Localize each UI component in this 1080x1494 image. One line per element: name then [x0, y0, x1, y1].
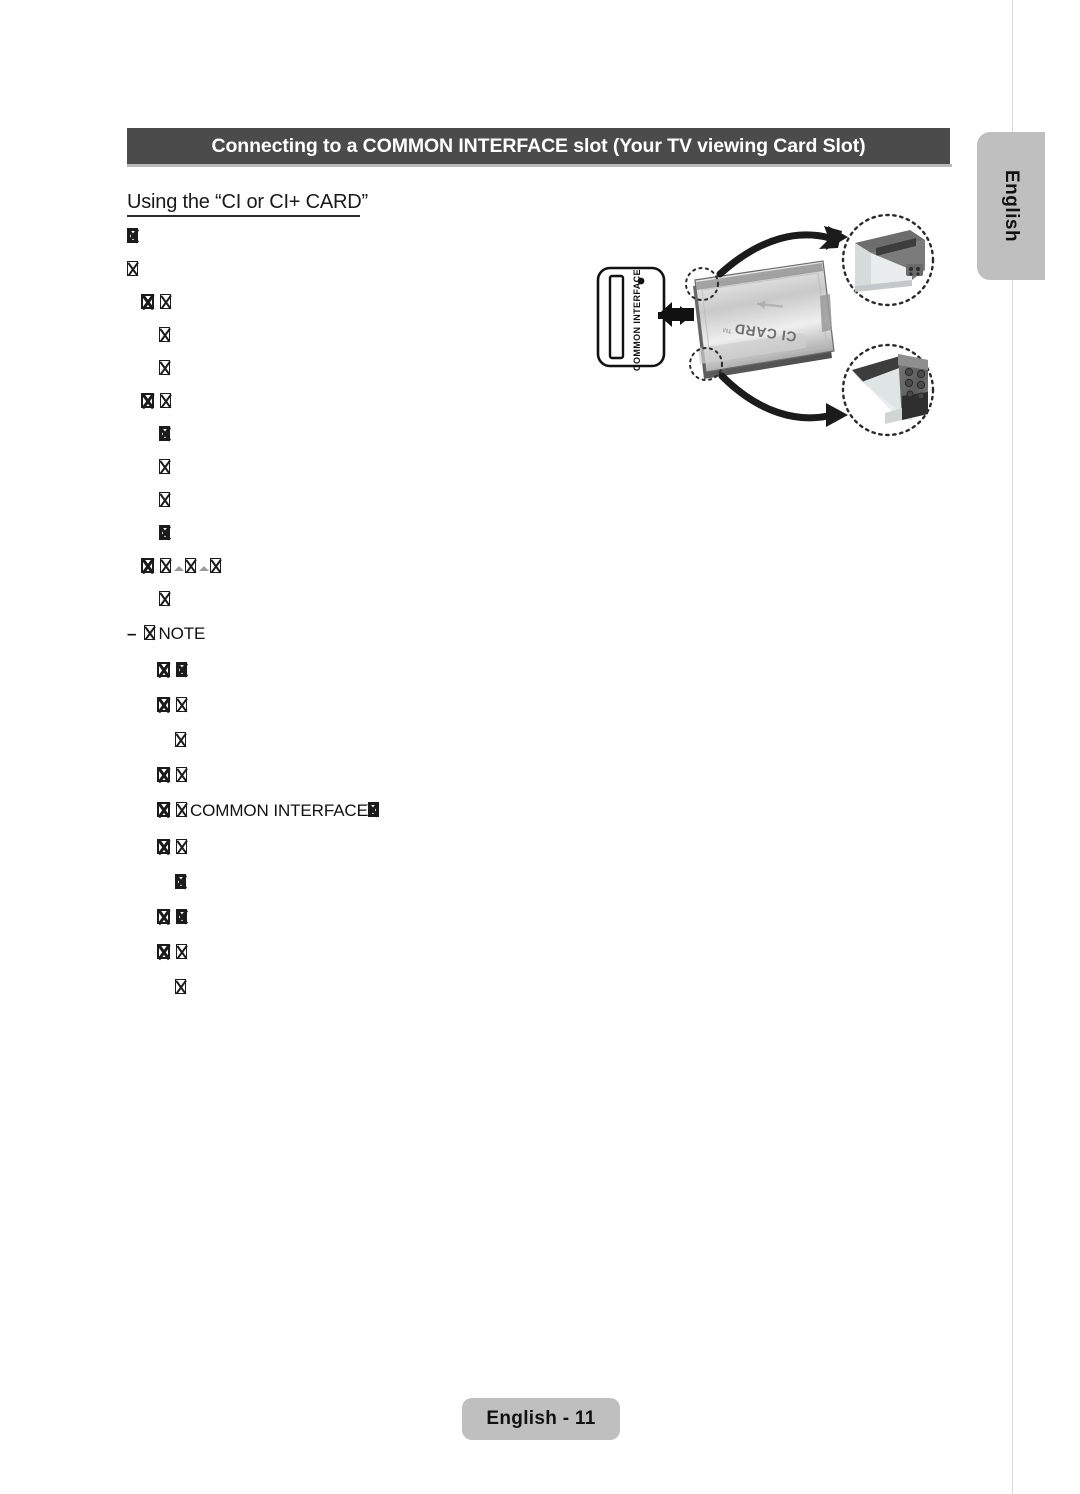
missing-glyph-icon	[176, 767, 187, 782]
svg-text:TM: TM	[723, 326, 732, 333]
path-separator-arrow-icon	[199, 558, 209, 573]
body-line	[157, 909, 557, 924]
missing-glyph-icon	[160, 393, 171, 408]
body-line	[141, 558, 557, 573]
inset-card-edge-detail	[841, 213, 935, 307]
missing-glyph-icon	[176, 944, 187, 959]
missing-glyph-icon	[159, 360, 170, 375]
missing-glyph-icon	[160, 558, 171, 573]
missing-glyph-icon	[176, 909, 187, 924]
missing-glyph-icon	[159, 459, 170, 474]
common-interface-label: COMMON INTERFACE	[190, 801, 368, 820]
missing-glyph-icon	[176, 839, 187, 854]
callout-arrow-bottom	[718, 372, 848, 427]
body-text-block: – NOTE COMMON INTERFACE	[127, 228, 557, 994]
body-line	[175, 732, 557, 747]
body-line	[159, 360, 557, 375]
list-bullet-missing-glyph-icon	[157, 697, 170, 712]
missing-glyph-icon	[210, 558, 221, 573]
body-line	[157, 839, 557, 854]
title-bar-shadow	[127, 164, 952, 167]
list-bullet-missing-glyph-icon	[157, 944, 170, 959]
missing-glyph-icon	[127, 261, 138, 276]
body-line	[141, 393, 557, 408]
missing-glyph-icon	[176, 662, 187, 677]
list-bullet-missing-glyph-icon	[157, 909, 170, 924]
body-line	[157, 662, 557, 677]
note-label: NOTE	[158, 624, 206, 643]
missing-glyph-icon	[159, 492, 170, 507]
missing-glyph-icon	[159, 525, 170, 540]
body-line	[127, 228, 557, 243]
body-line	[159, 591, 557, 606]
list-bullet-missing-glyph-icon	[141, 294, 154, 309]
body-line	[141, 294, 557, 309]
path-separator-arrow-icon	[174, 558, 184, 573]
body-line	[175, 979, 557, 994]
section-heading: Using the “CI or CI+ CARD”	[127, 191, 368, 213]
list-bullet-missing-glyph-icon	[157, 839, 170, 854]
note-heading: – NOTE	[127, 625, 557, 642]
ci-card-body: CI CARD TM	[693, 260, 835, 379]
list-bullet-missing-glyph-icon	[141, 558, 154, 573]
body-line	[159, 492, 557, 507]
missing-glyph-icon	[159, 591, 170, 606]
ci-card-illustration: COMMON INTERFACE CI CARD TM	[580, 208, 960, 448]
language-side-tab-label: English	[1001, 169, 1022, 243]
body-line	[157, 944, 557, 959]
inset-card-contacts-detail	[841, 343, 935, 437]
missing-glyph-icon	[159, 327, 170, 342]
missing-glyph-icon	[127, 228, 138, 243]
list-bullet-missing-glyph-icon	[141, 393, 154, 408]
page-title-bar: Connecting to a COMMON INTERFACE slot (Y…	[127, 128, 950, 164]
note-line-list: COMMON INTERFACE	[127, 662, 557, 994]
missing-glyph-icon	[185, 558, 196, 573]
note-dash: –	[127, 624, 137, 643]
common-interface-slot: COMMON INTERFACE	[596, 266, 666, 371]
body-line	[157, 697, 557, 712]
body-line	[159, 426, 557, 441]
body-line	[159, 459, 557, 474]
page-number-label: English - 11	[486, 1408, 596, 1429]
list-bullet-missing-glyph-icon	[157, 662, 170, 677]
missing-glyph-icon	[176, 697, 187, 712]
body-line	[175, 874, 557, 889]
body-line	[159, 327, 557, 342]
body-line	[159, 525, 557, 540]
missing-glyph-icon	[175, 874, 186, 889]
missing-glyph-icon	[160, 294, 171, 309]
missing-glyph-icon	[144, 625, 156, 640]
page-title: Connecting to a COMMON INTERFACE slot (Y…	[211, 134, 866, 157]
document-page: Connecting to a COMMON INTERFACE slot (Y…	[0, 0, 1080, 1494]
missing-glyph-icon	[175, 979, 186, 994]
missing-glyph-icon	[176, 802, 187, 817]
body-line	[127, 261, 557, 276]
missing-glyph-icon	[159, 426, 170, 441]
body-line	[157, 767, 557, 782]
missing-glyph-icon	[175, 732, 186, 747]
list-bullet-missing-glyph-icon	[157, 767, 170, 782]
list-bullet-missing-glyph-icon	[157, 802, 170, 817]
body-line: COMMON INTERFACE	[157, 802, 557, 819]
body-line-list	[127, 228, 557, 606]
missing-glyph-icon	[367, 802, 379, 817]
language-side-tab: English	[977, 132, 1045, 280]
section-heading-underline	[127, 215, 360, 217]
page-number-badge: English - 11	[462, 1398, 620, 1440]
